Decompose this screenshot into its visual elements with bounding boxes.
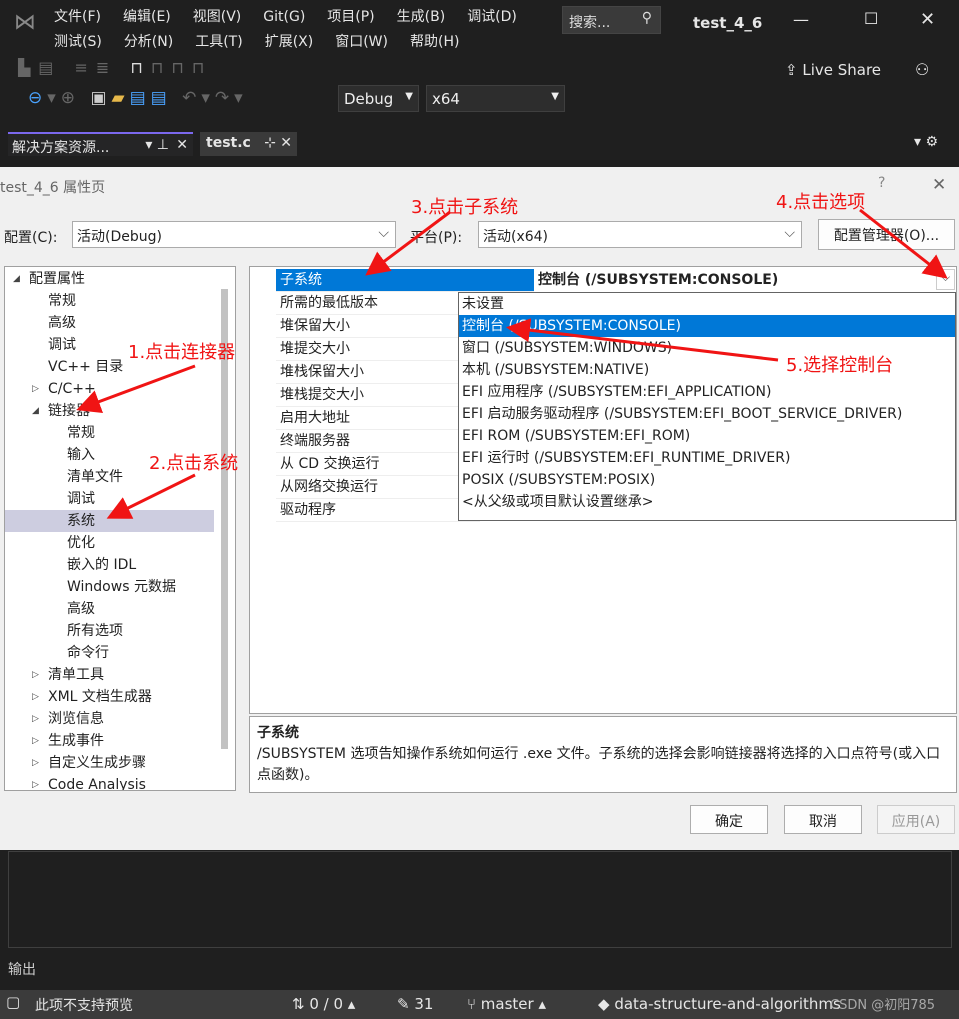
arrow-1 xyxy=(76,364,196,413)
status-bar: ▢ 此项不支持预览 ⇅ 0 / 0 ▴ ✎ 31 ⑂ master ▴ ◆ da… xyxy=(0,990,959,1019)
annotation-1: 1.点击连接器 xyxy=(128,342,236,363)
pencil-icon: ✎ xyxy=(397,995,415,1013)
annotation-5: 5.选择控制台 xyxy=(786,355,894,376)
edits-status[interactable]: ✎ 31 xyxy=(397,995,433,1013)
watermark: CSDN @初阳785 xyxy=(830,998,936,1013)
output-label[interactable]: 输出 xyxy=(8,959,36,979)
arrow-3 xyxy=(365,210,451,276)
annotation-3: 3.点击子系统 xyxy=(411,197,519,218)
repo-name: data-structure-and-algorithms xyxy=(614,995,841,1013)
output-panel xyxy=(8,851,952,948)
edits-count: 31 xyxy=(414,995,434,1013)
git-icon: ◆ xyxy=(598,995,615,1013)
branch-status[interactable]: ⑂ master ▴ xyxy=(467,995,546,1013)
arrow-4 xyxy=(859,208,948,279)
arrow-2 xyxy=(106,473,196,519)
sync-status[interactable]: ⇅ 0 / 0 ▴ xyxy=(292,995,355,1013)
branch-icon: ⑂ xyxy=(467,995,481,1013)
repo-status[interactable]: ◆ data-structure-and-algorithms xyxy=(598,995,841,1013)
sync-icon: ⇅ xyxy=(292,995,310,1013)
annotation-2: 2.点击系统 xyxy=(149,453,239,474)
status-preview: 此项不支持预览 xyxy=(35,998,133,1014)
sync-count: 0 / 0 xyxy=(309,995,344,1013)
annotation-4: 4.点击选项 xyxy=(776,192,866,213)
comment-icon: ▢ xyxy=(6,993,21,1011)
branch-name: master xyxy=(480,995,534,1013)
arrow-5 xyxy=(506,318,779,362)
